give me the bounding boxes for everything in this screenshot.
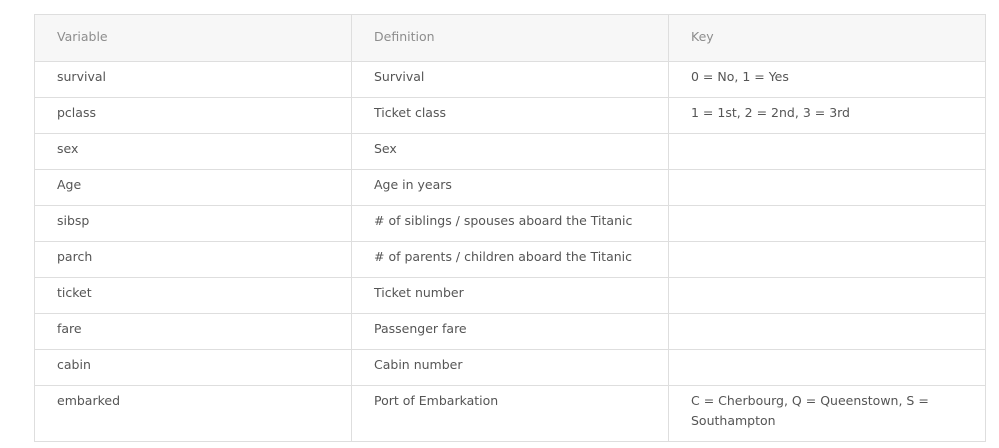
table-row: sex Sex (34, 133, 986, 170)
cell-definition: Port of Embarkation (351, 385, 669, 442)
data-dictionary-table: Variable Definition Key survival Surviva… (34, 14, 986, 442)
cell-key (668, 277, 986, 314)
cell-variable: Age (34, 169, 352, 206)
cell-key: 1 = 1st, 2 = 2nd, 3 = 3rd (668, 97, 986, 134)
table-row: fare Passenger fare (34, 313, 986, 350)
table-row: cabin Cabin number (34, 349, 986, 386)
cell-definition: # of siblings / spouses aboard the Titan… (351, 205, 669, 242)
cell-variable: pclass (34, 97, 352, 134)
cell-key: C = Cherbourg, Q = Queenstown, S = South… (668, 385, 986, 442)
cell-definition: Cabin number (351, 349, 669, 386)
cell-key (668, 349, 986, 386)
table-row: pclass Ticket class 1 = 1st, 2 = 2nd, 3 … (34, 97, 986, 134)
cell-variable: cabin (34, 349, 352, 386)
cell-variable: embarked (34, 385, 352, 442)
cell-variable: sex (34, 133, 352, 170)
cell-variable: ticket (34, 277, 352, 314)
table-header: Variable Definition Key (34, 14, 986, 62)
cell-definition: Ticket number (351, 277, 669, 314)
table-row: ticket Ticket number (34, 277, 986, 314)
header-key: Key (668, 14, 986, 62)
cell-key (668, 133, 986, 170)
cell-key (668, 205, 986, 242)
table-row: survival Survival 0 = No, 1 = Yes (34, 61, 986, 98)
cell-key (668, 241, 986, 278)
table-body: survival Survival 0 = No, 1 = Yes pclass… (34, 61, 986, 442)
cell-key: 0 = No, 1 = Yes (668, 61, 986, 98)
cell-key (668, 169, 986, 206)
cell-definition: Passenger fare (351, 313, 669, 350)
header-definition: Definition (351, 14, 669, 62)
cell-definition: Ticket class (351, 97, 669, 134)
cell-definition: Survival (351, 61, 669, 98)
table-row: sibsp # of siblings / spouses aboard the… (34, 205, 986, 242)
cell-variable: sibsp (34, 205, 352, 242)
cell-key (668, 313, 986, 350)
header-row: Variable Definition Key (34, 14, 986, 62)
header-variable: Variable (34, 14, 352, 62)
cell-variable: parch (34, 241, 352, 278)
table-row: Age Age in years (34, 169, 986, 206)
table-row: parch # of parents / children aboard the… (34, 241, 986, 278)
cell-variable: fare (34, 313, 352, 350)
cell-definition: Sex (351, 133, 669, 170)
cell-variable: survival (34, 61, 352, 98)
cell-definition: Age in years (351, 169, 669, 206)
table-row: embarked Port of Embarkation C = Cherbou… (34, 385, 986, 442)
cell-definition: # of parents / children aboard the Titan… (351, 241, 669, 278)
